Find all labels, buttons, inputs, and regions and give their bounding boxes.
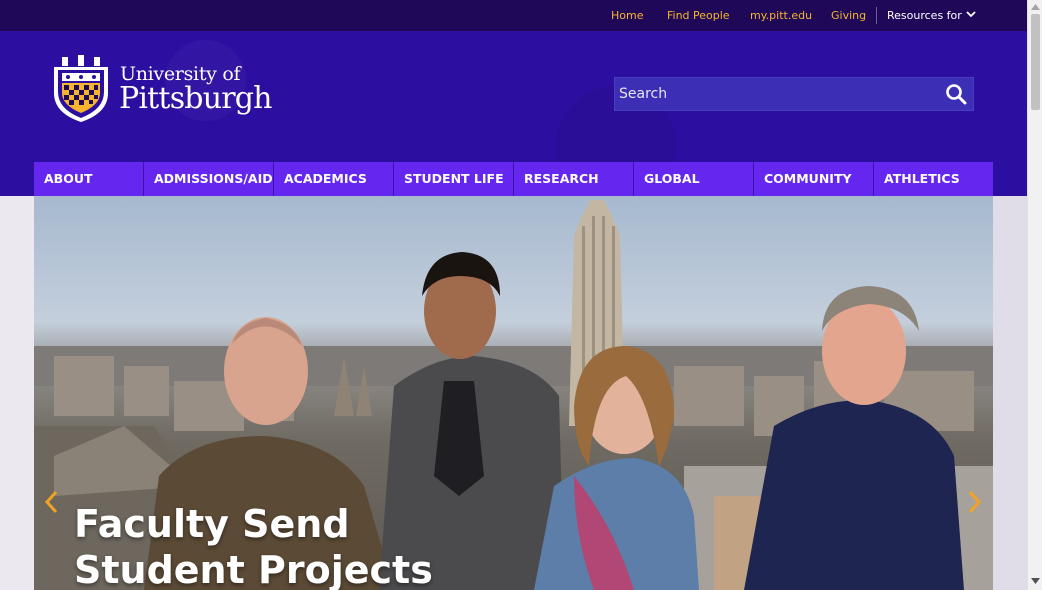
left-gutter <box>0 196 34 590</box>
nav-item-student-life[interactable]: STUDENT LIFE <box>394 162 514 196</box>
utility-divider <box>876 7 877 24</box>
chevron-left-icon[interactable] <box>43 489 59 515</box>
nav-item-research[interactable]: RESEARCH <box>514 162 634 196</box>
search-icon[interactable] <box>945 83 967 105</box>
right-gutter <box>993 196 1027 590</box>
nav-item-community[interactable]: COMMUNITY <box>754 162 874 196</box>
university-shield-icon <box>54 55 108 122</box>
resources-for-dropdown[interactable]: Resources for <box>887 9 962 22</box>
utility-link-find-people[interactable]: Find People <box>667 9 730 22</box>
hero-caption-line1: Faculty Send <box>74 502 350 546</box>
nav-item-athletics[interactable]: ATHLETICS <box>874 162 993 196</box>
utility-link-my-pitt[interactable]: my.pitt.edu <box>750 9 812 22</box>
main-nav: ABOUT ADMISSIONS/AID ACADEMICS STUDENT L… <box>34 162 993 196</box>
hero-carousel-slide[interactable]: Faculty Send Student Projects <box>34 196 993 590</box>
scroll-down-arrow-icon[interactable] <box>1031 578 1040 584</box>
page-scrollbar[interactable] <box>1027 0 1042 590</box>
nav-item-admissions[interactable]: ADMISSIONS/AID <box>144 162 274 196</box>
search-input[interactable] <box>615 78 935 110</box>
utility-bar: Home Find People my.pitt.edu Giving Reso… <box>0 0 1027 31</box>
search-box <box>614 77 974 111</box>
university-logo[interactable]: University of Pittsburgh <box>52 55 274 125</box>
hero-caption-line2: Student Projects <box>74 548 433 590</box>
scrollbar-thumb[interactable] <box>1031 14 1040 110</box>
chevron-down-icon[interactable] <box>965 8 977 20</box>
nav-item-academics[interactable]: ACADEMICS <box>274 162 394 196</box>
hero-caption[interactable]: Faculty Send Student Projects <box>74 501 433 590</box>
chevron-right-icon[interactable] <box>967 489 983 515</box>
scroll-up-arrow-icon[interactable] <box>1031 4 1040 10</box>
nav-item-global[interactable]: GLOBAL <box>634 162 754 196</box>
utility-link-home[interactable]: Home <box>611 9 643 22</box>
nav-item-about[interactable]: ABOUT <box>34 162 144 196</box>
utility-link-giving[interactable]: Giving <box>831 9 866 22</box>
logo-text-line2: Pittsburgh <box>119 81 272 116</box>
